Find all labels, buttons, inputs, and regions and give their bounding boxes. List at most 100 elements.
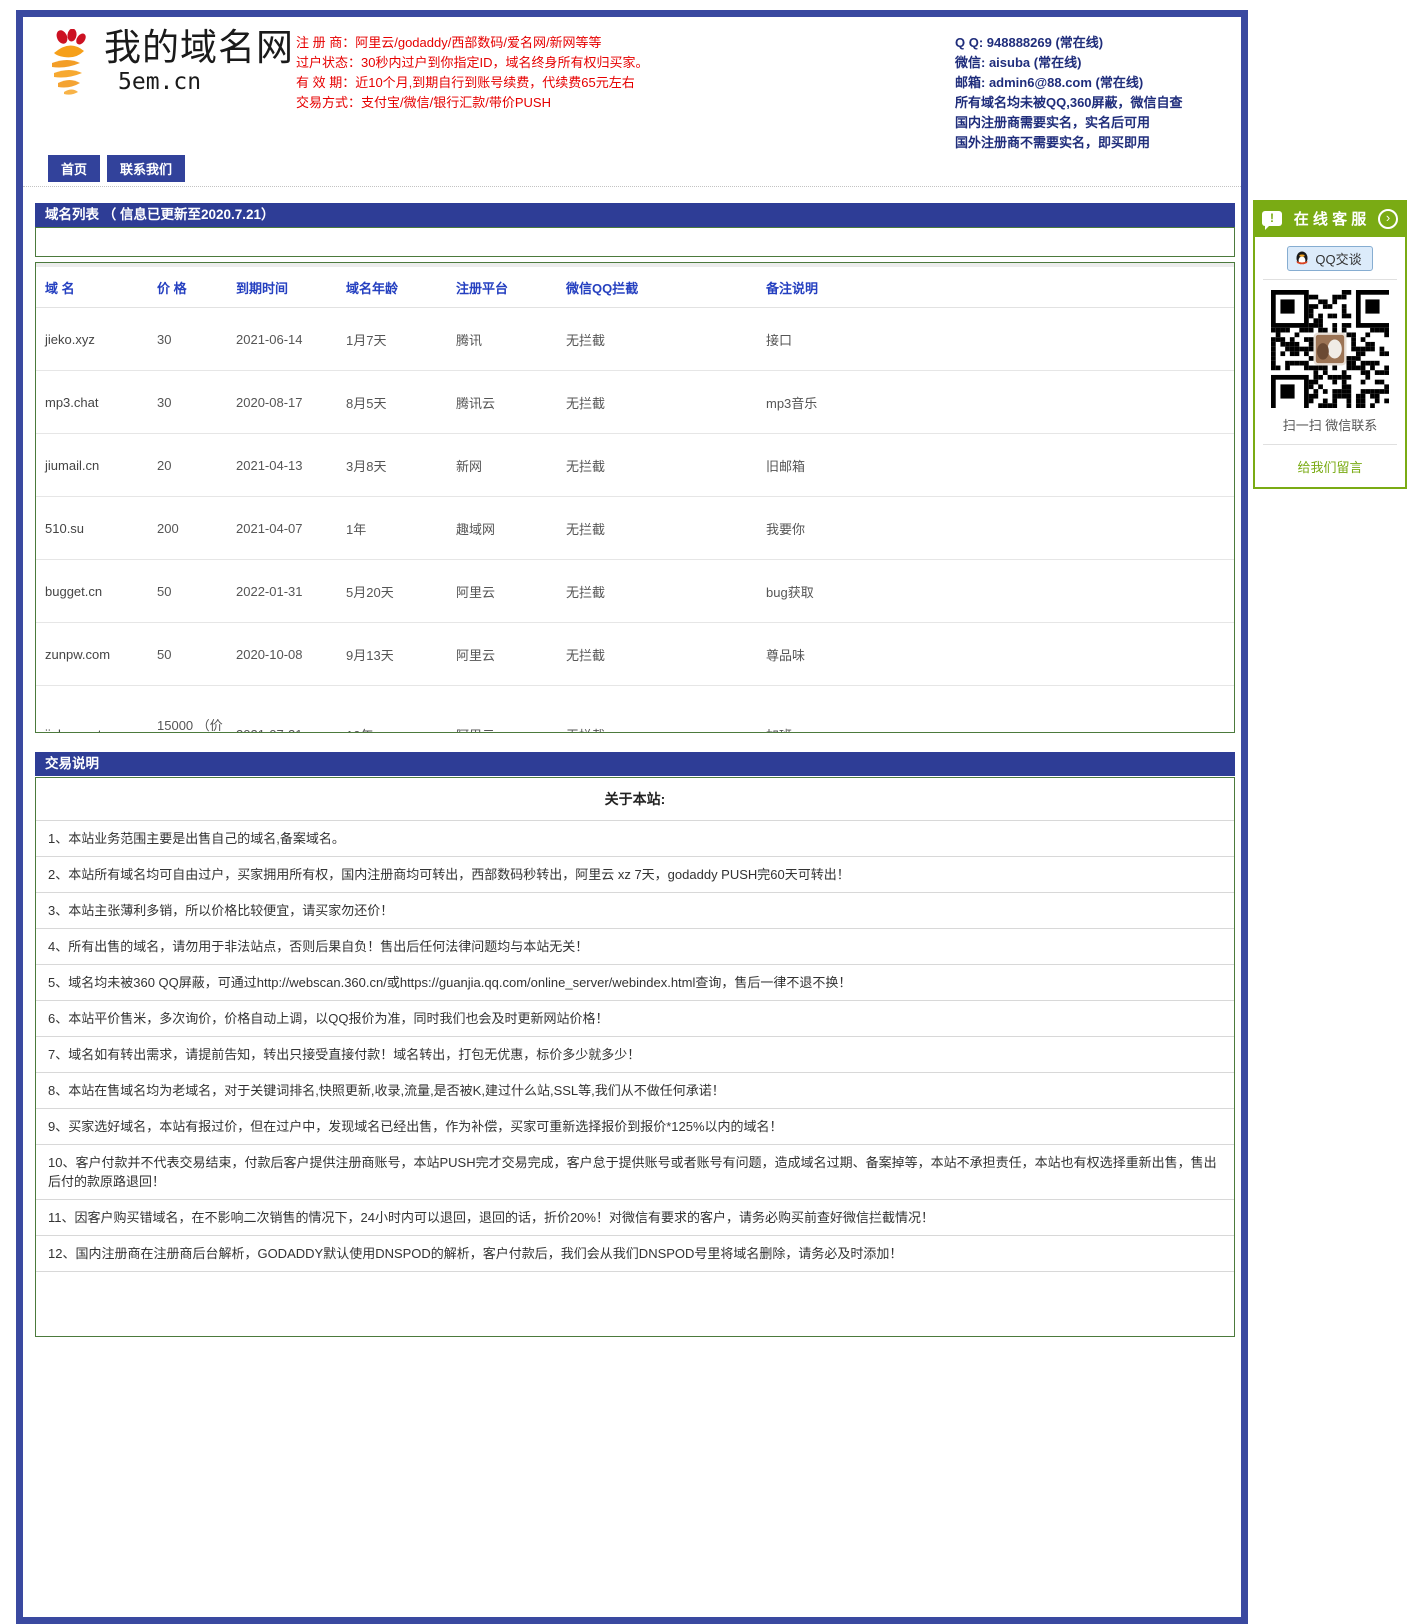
service-body: QQ交谈 扫一扫 微信联系 给我们留言	[1253, 237, 1407, 489]
col-header-age: 域名年龄	[337, 265, 447, 308]
divider	[1263, 444, 1397, 445]
cell-age: 3月8天	[337, 434, 447, 497]
table-row: 510.su 200 2021-04-07 1年 趣域网 无拦截 我要你	[36, 497, 1234, 560]
note-item: 6、本站平价售米，多次询价，价格自动上调，以QQ报价为准，同时我们也会及时更新网…	[36, 1001, 1234, 1037]
contact-line: 微信: aisuba (常在线)	[955, 53, 1183, 73]
cell-remark: 加班	[757, 686, 1234, 734]
leave-message-link[interactable]: 给我们留言	[1297, 457, 1362, 476]
cell-expiry: 2021-06-14	[227, 308, 337, 371]
cell-remark: bug获取	[757, 560, 1234, 623]
cell-domain: jiumail.cn	[36, 434, 148, 497]
rooster-logo-icon	[40, 29, 98, 97]
wechat-qr-code	[1271, 290, 1389, 408]
qq-chat-label: QQ交谈	[1315, 249, 1361, 268]
cell-registrar: 趣域网	[447, 497, 557, 560]
note-item: 2、本站所有域名均可自由过户，买家拥用所有权，国内注册商均可转出，西部数码秒转出…	[36, 857, 1234, 893]
cell-domain: 510.su	[36, 497, 148, 560]
table-row: jiumail.cn 20 2021-04-13 3月8天 新网 无拦截 旧邮箱	[36, 434, 1234, 497]
scan-hint-text: 扫一扫 微信联系	[1255, 415, 1405, 434]
cell-age: 5月20天	[337, 560, 447, 623]
note-item: 11、因客户购买错域名，在不影响二次销售的情况下，24小时内可以退回，退回的话，…	[36, 1200, 1234, 1236]
cell-domain: jiaban.net	[36, 686, 148, 734]
dotted-divider	[23, 186, 1241, 187]
cell-registrar: 腾讯	[447, 308, 557, 371]
seller-notice: 注 册 商：阿里云/godaddy/西部数码/爱名网/新网等等 过户状态：30秒…	[296, 33, 648, 113]
cell-age: 1年	[337, 497, 447, 560]
cell-price: 50	[148, 623, 227, 686]
nav-home-button[interactable]: 首页	[48, 155, 100, 182]
cell-block: 无拦截	[557, 497, 757, 560]
contact-line: Q Q: 948888269 (常在线)	[955, 33, 1183, 53]
note-item: 7、域名如有转出需求，请提前告知，转出只接受直接付款！域名转出，打包无优惠，标价…	[36, 1037, 1234, 1073]
contact-line: 所有域名均未被QQ,360屏蔽，微信自查	[955, 93, 1183, 113]
col-header-price: 价 格	[148, 265, 227, 308]
contact-line: 国内注册商需要实名，实名后可用	[955, 113, 1183, 133]
note-item: 8、本站在售域名均为老域名，对于关键词排名,快照更新,收录,流量,是否被K,建过…	[36, 1073, 1234, 1109]
cell-domain: zunpw.com	[36, 623, 148, 686]
note-item: 9、买家选好域名，本站有报过价，但在过户中，发现域名已经出售，作为补偿，买家可重…	[36, 1109, 1234, 1145]
cell-domain: mp3.chat	[36, 371, 148, 434]
cell-remark: 我要你	[757, 497, 1234, 560]
note-item: 3、本站主张薄利多销，所以价格比较便宜，请买家勿还价！	[36, 893, 1234, 929]
note-item: 1、本站业务范围主要是出售自己的域名,备案域名。	[36, 821, 1234, 857]
cell-price: 50	[148, 560, 227, 623]
qq-chat-button[interactable]: QQ交谈	[1287, 246, 1372, 271]
nav-contact-button[interactable]: 联系我们	[107, 155, 185, 182]
contact-info: Q Q: 948888269 (常在线) 微信: aisuba (常在线) 邮箱…	[955, 33, 1183, 153]
cell-price: 200	[148, 497, 227, 560]
notice-line: 过户状态：30秒内过户到你指定ID，域名终身所有权归买家。	[296, 53, 648, 73]
notice-line: 注 册 商：阿里云/godaddy/西部数码/爱名网/新网等等	[296, 33, 648, 53]
service-title: 在 线 客 服	[1282, 208, 1378, 229]
cell-expiry: 2020-08-17	[227, 371, 337, 434]
cell-price: 20	[148, 434, 227, 497]
trade-notes-title-bar: 交易说明	[35, 752, 1235, 776]
cell-remark: mp3音乐	[757, 371, 1234, 434]
col-header-remark: 备注说明	[757, 265, 1234, 308]
cell-price: 30	[148, 371, 227, 434]
service-header: ! 在 线 客 服 ›	[1253, 200, 1407, 237]
main-nav: 首页 联系我们	[48, 155, 185, 182]
domain-table-container: 域 名 价 格 到期时间 域名年龄 注册平台 微信QQ拦截 备注说明 jieko…	[35, 262, 1235, 733]
table-header-row: 域 名 价 格 到期时间 域名年龄 注册平台 微信QQ拦截 备注说明	[36, 265, 1234, 308]
note-item: 5、域名均未被360 QQ屏蔽，可通过http://webscan.360.cn…	[36, 965, 1234, 1001]
collapse-arrow-icon[interactable]: ›	[1378, 209, 1398, 229]
notice-line: 有 效 期：近10个月,到期自行到账号续费，代续费65元左右	[296, 73, 648, 93]
cell-block: 无拦截	[557, 686, 757, 734]
cell-block: 无拦截	[557, 560, 757, 623]
divider	[1263, 279, 1397, 280]
domain-table: 域 名 价 格 到期时间 域名年龄 注册平台 微信QQ拦截 备注说明 jieko…	[36, 263, 1234, 733]
cell-expiry: 2022-01-31	[227, 560, 337, 623]
table-row: jiaban.net 15000 （价格可议） 2021-07-21 10年 阿…	[36, 686, 1234, 734]
col-header-block: 微信QQ拦截	[557, 265, 757, 308]
col-header-domain: 域 名	[36, 265, 148, 308]
cell-age: 8月5天	[337, 371, 447, 434]
cell-block: 无拦截	[557, 371, 757, 434]
contact-line: 国外注册商不需要实名，即买即用	[955, 133, 1183, 153]
cell-remark: 旧邮箱	[757, 434, 1234, 497]
cell-age: 1月7天	[337, 308, 447, 371]
cell-block: 无拦截	[557, 434, 757, 497]
cell-domain: jieko.xyz	[36, 308, 148, 371]
cell-domain: bugget.cn	[36, 560, 148, 623]
filter-strip	[35, 227, 1235, 257]
domain-list-title-bar: 域名列表 （ 信息已更新至2020.7.21）	[35, 203, 1235, 227]
cell-age: 10年	[337, 686, 447, 734]
cell-registrar: 阿里云	[447, 560, 557, 623]
cell-expiry: 2021-07-21	[227, 686, 337, 734]
col-header-registrar: 注册平台	[447, 265, 557, 308]
qq-penguin-icon	[1294, 251, 1310, 267]
cell-price: 15000 （价格可议）	[148, 686, 227, 734]
online-service-widget: ! 在 线 客 服 › QQ交谈 扫一扫 微信联系 给我们留言	[1253, 200, 1407, 489]
table-row: mp3.chat 30 2020-08-17 8月5天 腾讯云 无拦截 mp3音…	[36, 371, 1234, 434]
cell-remark: 接口	[757, 308, 1234, 371]
trade-notes-container: 关于本站: 1、本站业务范围主要是出售自己的域名,备案域名。 2、本站所有域名均…	[35, 777, 1235, 1337]
cell-registrar: 阿里云	[447, 623, 557, 686]
cell-expiry: 2020-10-08	[227, 623, 337, 686]
cell-expiry: 2021-04-07	[227, 497, 337, 560]
about-heading: 关于本站:	[36, 778, 1234, 821]
cell-registrar: 腾讯云	[447, 371, 557, 434]
table-row: zunpw.com 50 2020-10-08 9月13天 阿里云 无拦截 尊品…	[36, 623, 1234, 686]
note-item: 10、客户付款并不代表交易结束，付款后客户提供注册商账号，本站PUSH完才交易完…	[36, 1145, 1234, 1200]
cell-block: 无拦截	[557, 623, 757, 686]
col-header-expiry: 到期时间	[227, 265, 337, 308]
